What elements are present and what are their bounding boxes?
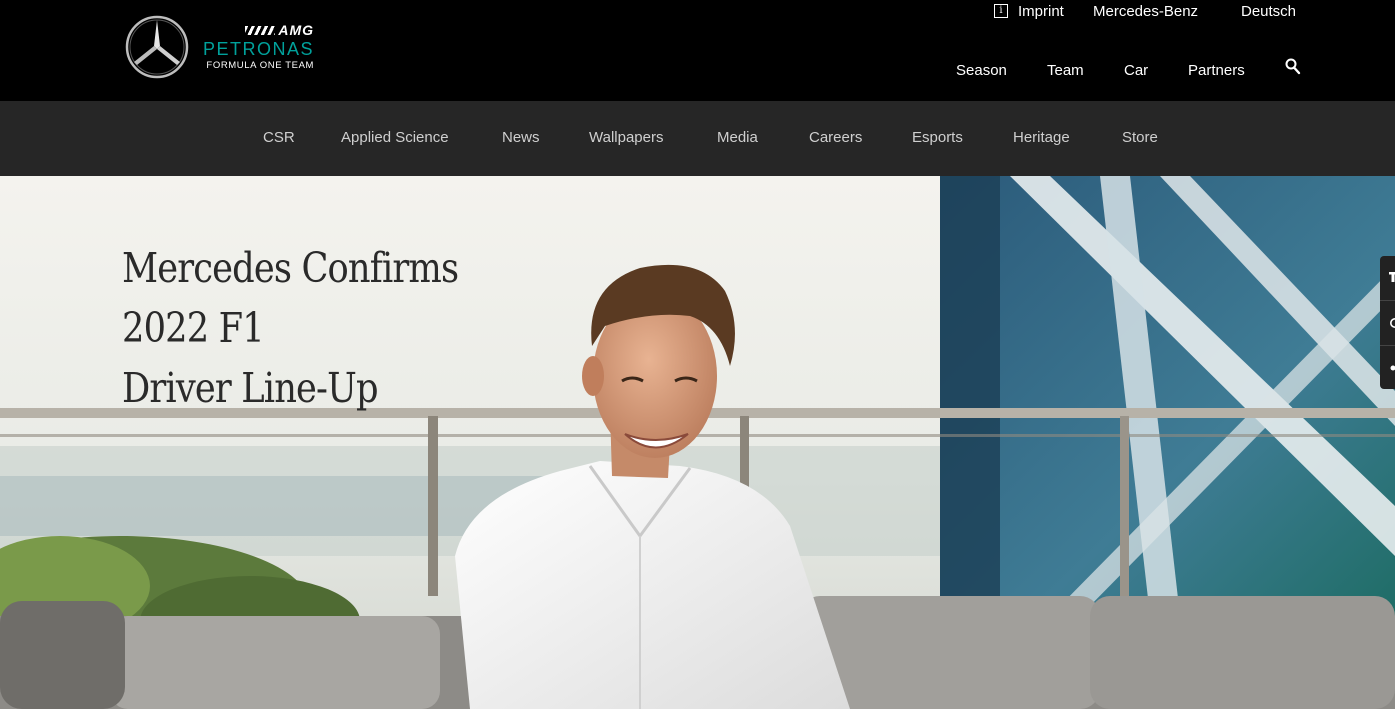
amg-label: AMG <box>278 22 315 38</box>
subnav-item-store[interactable]: Store <box>1122 129 1158 146</box>
twitter-share-button[interactable] <box>1380 256 1395 301</box>
subnav-item-careers[interactable]: Careers <box>809 129 862 146</box>
whatsapp-share-button[interactable] <box>1380 301 1395 346</box>
nav-item-team[interactable]: Team <box>1047 59 1084 81</box>
hero-banner[interactable]: Mercedes Confirms 2022 F1 Driver Line-Up <box>0 176 1395 709</box>
team-subtitle: FORMULA ONE TEAM <box>206 60 315 71</box>
imprint-link[interactable]: i Imprint <box>994 0 1064 22</box>
petronas-label: PETRONAS <box>203 39 315 59</box>
subnav-item-news[interactable]: News <box>502 129 540 146</box>
mercedes-benz-link[interactable]: Mercedes-Benz <box>1093 0 1198 22</box>
nav-label: Team <box>1047 61 1084 79</box>
subnav-item-wallpapers[interactable]: Wallpapers <box>589 129 663 146</box>
nav-item-car[interactable]: Car <box>1124 59 1148 81</box>
nav-item-season[interactable]: Season <box>956 59 1007 81</box>
subnav-item-csr[interactable]: CSR <box>263 129 295 146</box>
hero-headline[interactable]: Mercedes Confirms 2022 F1 Driver Line-Up <box>122 238 552 418</box>
subnav-item-esports[interactable]: Esports <box>912 129 963 146</box>
mercedes-star-icon <box>125 15 189 79</box>
language-switch-link[interactable]: Deutsch <box>1241 0 1296 22</box>
more-share-button[interactable] <box>1380 346 1395 390</box>
mercedes-benz-label: Mercedes-Benz <box>1093 2 1199 20</box>
headline-line-1: Mercedes Confirms 2022 F1 <box>122 244 459 352</box>
twitter-icon <box>1389 272 1395 282</box>
search-icon[interactable] <box>1285 58 1301 76</box>
share-icon <box>1390 365 1395 371</box>
team-wordmark: AMG PETRONAS FORMULA ONE TEAM <box>203 23 314 71</box>
nav-label: Car <box>1124 61 1149 79</box>
nav-label: Partners <box>1188 61 1245 79</box>
headline-line-2: Driver Line-Up <box>122 364 379 412</box>
subnav-item-applied-science[interactable]: Applied Science <box>341 129 449 146</box>
amg-stripes <box>245 25 276 35</box>
nav-label: Season <box>956 61 1007 79</box>
nav-item-partners[interactable]: Partners <box>1188 59 1245 81</box>
site-header: AMG PETRONAS FORMULA ONE TEAM i Imprint … <box>0 0 1395 101</box>
subnav-item-media[interactable]: Media <box>717 129 758 146</box>
whatsapp-icon <box>1390 318 1395 328</box>
imprint-label: Imprint <box>1018 2 1064 20</box>
info-icon: i <box>994 4 1008 18</box>
language-label: Deutsch <box>1241 2 1297 20</box>
share-bar <box>1380 256 1395 389</box>
subnav-item-heritage[interactable]: Heritage <box>1013 129 1070 146</box>
secondary-nav: CSR Applied Science News Wallpapers Medi… <box>0 101 1395 176</box>
team-logo[interactable]: AMG PETRONAS FORMULA ONE TEAM <box>125 15 314 79</box>
